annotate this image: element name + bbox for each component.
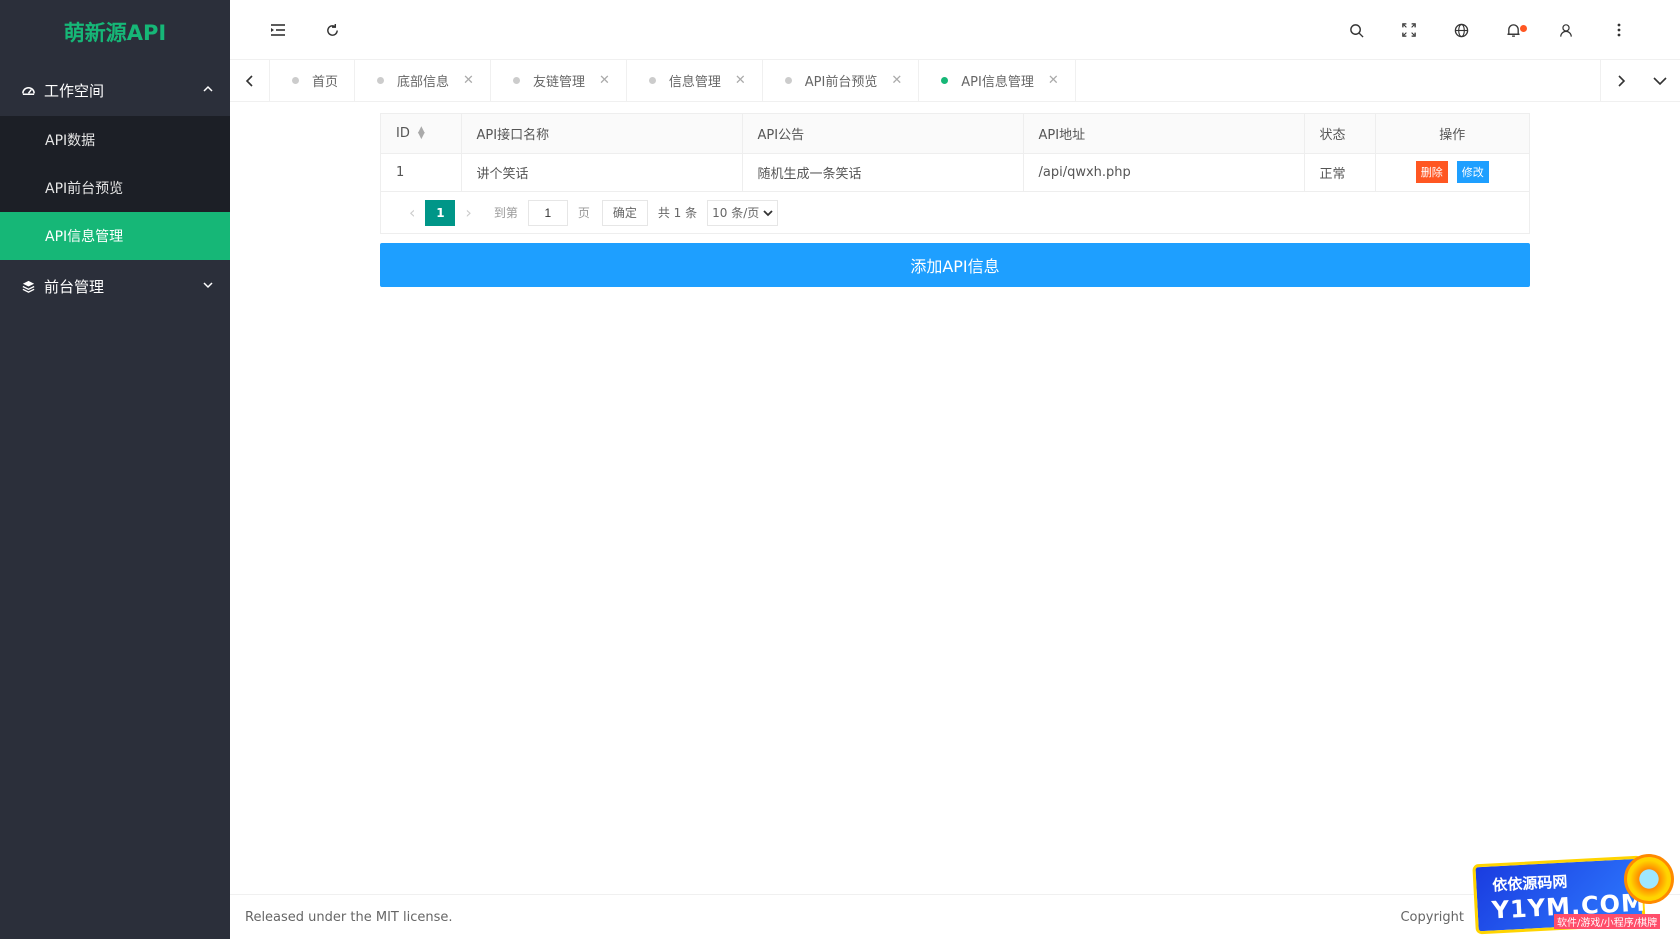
tab-label: API前台预览 (804, 75, 878, 90)
tab-bar: 首页 底部信息 ✕ 友链管理 ✕ 信息管理 ✕ API前台预览 ✕ API信息管理 ✕ (230, 60, 1680, 102)
tab-api-preview[interactable]: API前台预览 ✕ (763, 60, 920, 101)
page-size-select[interactable]: 10 条/页 (707, 199, 779, 226)
tab-status-dot (512, 77, 520, 84)
fullscreen-icon[interactable] (1394, 15, 1424, 45)
page-number-current[interactable]: 1 (425, 199, 456, 226)
top-header (230, 0, 1680, 60)
close-icon[interactable]: ✕ (891, 73, 902, 88)
sidebar-item-api-data[interactable]: API数据 (0, 116, 230, 164)
tab-home[interactable]: 首页 (270, 60, 356, 101)
tab-friend-links[interactable]: 友链管理 ✕ (491, 60, 627, 101)
chevron-left-icon (245, 74, 253, 87)
layers-icon (20, 278, 36, 294)
chevron-down-icon (763, 209, 773, 216)
goto-page-input[interactable] (527, 199, 568, 226)
cell-id: 1 (381, 153, 462, 191)
dashboard-icon (20, 82, 36, 98)
column-header-status: 状态 (1304, 114, 1376, 154)
app-logo[interactable]: 萌新源API (0, 0, 230, 64)
close-icon[interactable]: ✕ (463, 73, 474, 88)
notification-dot (1520, 25, 1527, 32)
chevron-down-icon (202, 277, 214, 295)
next-page-icon[interactable]: › (465, 203, 471, 222)
close-icon[interactable]: ✕ (1048, 73, 1059, 88)
tab-scroll-right-button[interactable] (1600, 60, 1640, 101)
footer-license: Released under the MIT license. (245, 909, 453, 925)
tab-label: 信息管理 (668, 75, 721, 90)
sidebar-group-frontend[interactable]: 前台管理 (0, 260, 230, 312)
tab-footer-info[interactable]: 底部信息 ✕ (355, 60, 491, 101)
refresh-icon[interactable] (317, 15, 347, 45)
close-icon[interactable]: ✕ (599, 73, 610, 88)
tab-status-dot (377, 77, 385, 84)
tab-label: 底部信息 (397, 75, 450, 90)
sidebar-group-workspace[interactable]: 工作空间 (0, 64, 230, 116)
sidebar-group-label: 前台管理 (44, 277, 105, 296)
app-root: 萌新源API 工作空间 API数据 API前台预览 API信息管理 前台管理 首… (0, 0, 1680, 939)
menu-toggle-icon[interactable] (263, 15, 293, 45)
total-count: 共 1 条 (657, 206, 698, 220)
cell-status: 正常 (1304, 153, 1376, 191)
tab-status-dot (648, 77, 656, 84)
tab-status-dot (941, 77, 949, 84)
chevron-down-icon (1653, 76, 1667, 85)
user-icon[interactable] (1551, 15, 1581, 45)
cell-actions: 删除 修改 (1375, 153, 1529, 191)
column-header-address: API地址 (1023, 114, 1305, 154)
edit-button[interactable]: 修改 (1456, 161, 1489, 184)
sidebar-item-api-preview[interactable]: API前台预览 (0, 164, 230, 212)
search-icon[interactable] (1341, 15, 1371, 45)
tab-list: 首页 底部信息 ✕ 友链管理 ✕ 信息管理 ✕ API前台预览 ✕ API信息管理 ✕ (270, 60, 1600, 101)
close-icon[interactable]: ✕ (735, 73, 746, 88)
bell-icon[interactable] (1498, 15, 1528, 45)
magnifier-icon (1624, 854, 1674, 904)
page-label: 页 (577, 206, 590, 220)
sidebar-submenu-workspace: API数据 API前台预览 API信息管理 (0, 116, 230, 260)
column-header-name: API接口名称 (461, 114, 743, 154)
sidebar-item-api-info-management[interactable]: API信息管理 (0, 212, 230, 260)
globe-icon[interactable] (1446, 15, 1476, 45)
chevron-up-icon (202, 81, 214, 99)
cell-name: 讲个笑话 (461, 153, 743, 191)
table-row: 1 讲个笑话 随机生成一条笑话 /api/qwxh.php 正常 删除 修改 (381, 153, 1529, 191)
column-header-actions: 操作 (1375, 114, 1529, 154)
table-header-row: ID ▲ ▼ API接口名称 API公告 API地址 状态 操作 (381, 114, 1529, 154)
tab-status-dot (784, 77, 792, 84)
goto-label: 到第 (493, 206, 518, 220)
watermark-line3: 软件/游戏/小程序/棋牌 (1554, 914, 1661, 929)
pagination: ‹ 1 › 到第 页 确定 共 1 条 10 条/页 (381, 191, 1529, 233)
tab-dropdown-button[interactable] (1640, 60, 1680, 101)
tab-status-dot (292, 77, 299, 84)
tab-label: API信息管理 (961, 75, 1034, 90)
tab-label: 友链管理 (532, 75, 585, 90)
sort-icon[interactable]: ▲ ▼ (418, 126, 425, 141)
sidebar: 萌新源API 工作空间 API数据 API前台预览 API信息管理 前台管理 (0, 0, 230, 939)
api-table: ID ▲ ▼ API接口名称 API公告 API地址 状态 操作 1 讲个笑话 随机… (380, 113, 1530, 234)
column-header-id[interactable]: ID ▲ ▼ (381, 114, 462, 154)
prev-page-icon[interactable]: ‹ (409, 203, 415, 222)
tab-scroll-left-button[interactable] (230, 60, 270, 101)
goto-confirm-button[interactable]: 确定 (601, 199, 648, 226)
watermark-logo: 依依源码网 Y1YM.COM 软件/游戏/小程序/棋牌 (1472, 852, 1680, 939)
tab-label: 首页 (312, 75, 339, 90)
chevron-right-icon (1617, 74, 1625, 87)
column-header-notice: API公告 (742, 114, 1024, 154)
cell-notice: 随机生成一条笑话 (742, 153, 1024, 191)
footer-copyright: Copyright (1400, 909, 1464, 925)
add-api-info-button[interactable]: 添加API信息 (380, 243, 1530, 287)
tab-api-info-management[interactable]: API信息管理 ✕ (919, 60, 1076, 101)
delete-button[interactable]: 删除 (1415, 161, 1448, 184)
footer: Released under the MIT license. Copyrigh… (230, 894, 1680, 939)
sidebar-group-label: 工作空间 (44, 81, 105, 100)
tab-info-management[interactable]: 信息管理 ✕ (627, 60, 763, 101)
cell-address: /api/qwxh.php (1023, 153, 1305, 191)
more-icon[interactable] (1604, 15, 1634, 45)
watermark-line1: 依依源码网 (1491, 872, 1568, 895)
